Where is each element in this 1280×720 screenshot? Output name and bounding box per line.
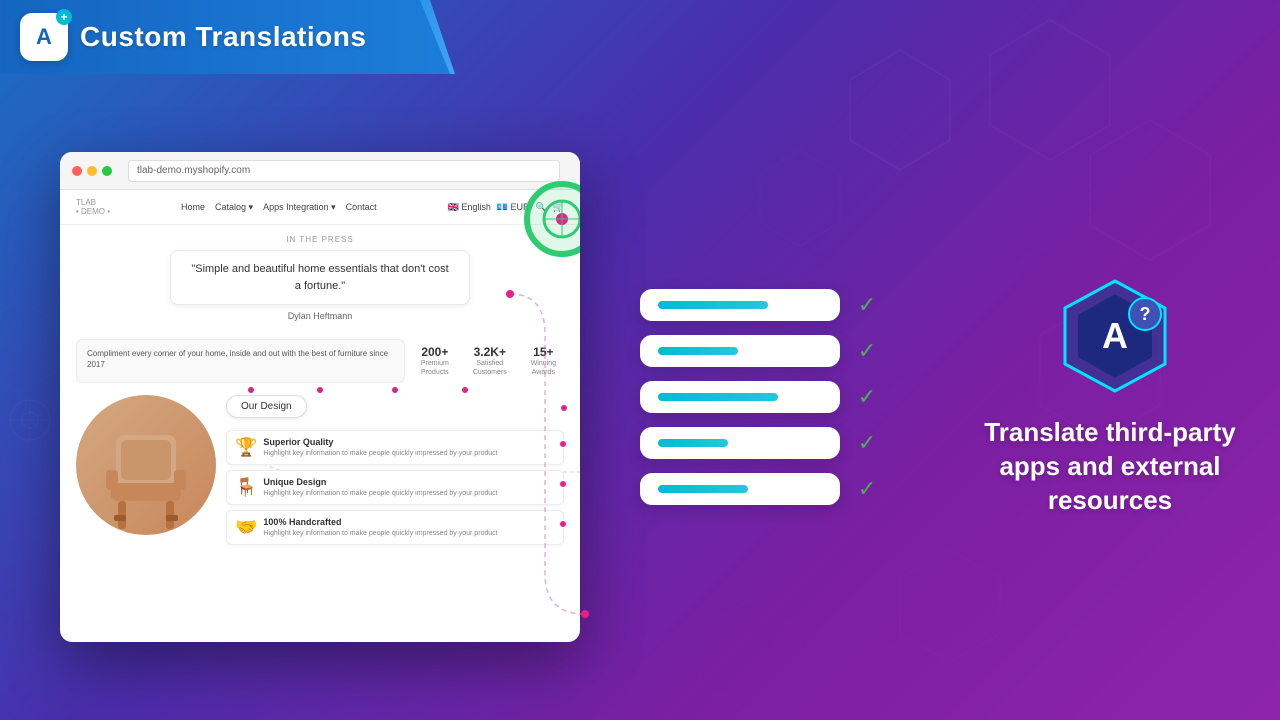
nav-home[interactable]: Home xyxy=(181,202,205,212)
check-5: ✓ xyxy=(852,474,882,504)
handcraft-icon: 🤝 xyxy=(235,517,257,538)
check-2: ✓ xyxy=(852,336,882,366)
feature-design: 🪑 Unique Design Highlight key informatio… xyxy=(226,470,564,505)
chair-image xyxy=(76,395,216,535)
main-content: tlab-demo.myshopify.com TLAB • DEMO • Ho… xyxy=(0,74,1280,720)
translation-bar-3: ✓ xyxy=(640,381,960,413)
site-logo: TLAB • DEMO • xyxy=(76,198,110,216)
tagline-line1: Translate third-party xyxy=(984,417,1235,447)
bar-box-2 xyxy=(640,335,840,367)
browser-mockup: tlab-demo.myshopify.com TLAB • DEMO • Ho… xyxy=(60,152,580,642)
stat-label-customers: SatisfiedCustomers xyxy=(473,359,507,377)
site-menu: Home Catalog ▾ Apps Integration ▾ Contac… xyxy=(181,202,377,213)
stat-label-products: PremiumProducts xyxy=(421,359,449,377)
translation-bar-4: ✓ xyxy=(640,427,960,459)
tagline: Translate third-party apps and external … xyxy=(984,416,1235,517)
hex-app-icon: A ? xyxy=(1050,276,1170,396)
stats-row: Compliment every corner of your home, in… xyxy=(60,331,580,391)
feature-handcrafted: 🤝 100% Handcrafted Highlight key informa… xyxy=(226,510,564,545)
hex-svg: A ? xyxy=(1050,276,1180,406)
bar-fill-4 xyxy=(658,439,728,447)
chair-svg xyxy=(96,415,196,535)
magnifier-overlay xyxy=(520,177,580,282)
logo-container: A Custom Translations xyxy=(20,13,366,61)
nav-contact[interactable]: Contact xyxy=(346,202,377,212)
dot-design xyxy=(559,403,569,413)
nav-catalog[interactable]: Catalog ▾ xyxy=(215,202,253,213)
site-nav: TLAB • DEMO • Home Catalog ▾ Apps Integr… xyxy=(60,190,580,225)
quality-text: Superior Quality Highlight key informati… xyxy=(263,437,497,458)
window-controls xyxy=(72,166,112,176)
tagline-line3: resources xyxy=(1048,485,1172,515)
quality-icon: 🏆 xyxy=(235,437,257,458)
desc-text: Compliment every corner of your home, in… xyxy=(87,349,388,369)
stat-customers: 3.2K+ SatisfiedCustomers xyxy=(465,339,515,383)
hero-section: IN THE PRESS "Simple and beautiful home … xyxy=(60,225,580,331)
design-section: Our Design 🏆 Superior Quality Highlight … xyxy=(60,391,580,554)
check-3: ✓ xyxy=(852,382,882,412)
press-label: IN THE PRESS xyxy=(76,235,564,244)
bar-fill-1 xyxy=(658,301,768,309)
site-logo-name: TLAB xyxy=(76,198,110,207)
lang-flag: 🇬🇧 English xyxy=(448,202,491,213)
bar-box-3 xyxy=(640,381,840,413)
bar-fill-3 xyxy=(658,393,778,401)
site-logo-sub: • DEMO • xyxy=(76,207,110,216)
url-bar: tlab-demo.myshopify.com xyxy=(128,160,560,182)
dot-quality xyxy=(558,439,568,449)
stats-description: Compliment every corner of your home, in… xyxy=(76,339,405,383)
design-label-text: Our Design xyxy=(241,401,292,412)
quote-author: Dylan Heftmann xyxy=(76,311,564,321)
check-4: ✓ xyxy=(852,428,882,458)
browser-nav: tlab-demo.myshopify.com xyxy=(60,152,580,190)
minimize-dot xyxy=(87,166,97,176)
svg-text:?: ? xyxy=(1140,304,1151,324)
bar-box-5 xyxy=(640,473,840,505)
handcraft-text: 100% Handcrafted Highlight key informati… xyxy=(263,517,497,538)
feature-quality: 🏆 Superior Quality Highlight key informa… xyxy=(226,430,564,465)
translation-bar-5: ✓ xyxy=(640,473,960,505)
stat-number-awards: 15+ xyxy=(531,345,556,359)
features-list: Our Design 🏆 Superior Quality Highlight … xyxy=(226,395,564,550)
bar-box-4 xyxy=(640,427,840,459)
stat-products: 200+ PremiumProducts xyxy=(413,339,457,383)
app-title: Custom Translations xyxy=(80,21,366,53)
stat-label-awards: WinningAwards xyxy=(531,359,556,377)
logo-letter: A xyxy=(36,24,52,50)
url-text: tlab-demo.myshopify.com xyxy=(137,165,250,176)
stat-awards: 15+ WinningAwards xyxy=(523,339,564,383)
bar-fill-2 xyxy=(658,347,738,355)
maximize-dot xyxy=(102,166,112,176)
logo-icon: A xyxy=(20,13,68,61)
dot-handcraft xyxy=(558,519,568,529)
translation-bar-1: ✓ xyxy=(640,289,960,321)
dot-design2 xyxy=(558,479,568,489)
nav-apps[interactable]: Apps Integration ▾ xyxy=(263,202,336,213)
header: A Custom Translations xyxy=(0,0,1280,74)
translation-bars-section: ✓ ✓ ✓ ✓ ✓ xyxy=(580,269,980,525)
svg-text:A: A xyxy=(1102,315,1128,356)
magnifier-svg xyxy=(520,177,580,277)
hero-quote: "Simple and beautiful home essentials th… xyxy=(170,250,470,305)
bar-box-1 xyxy=(640,289,840,321)
design-text: Unique Design Highlight key information … xyxy=(263,477,497,498)
translation-bar-2: ✓ xyxy=(640,335,960,367)
close-dot xyxy=(72,166,82,176)
stat-number-products: 200+ xyxy=(421,345,449,359)
design-icon: 🪑 xyxy=(235,477,257,498)
our-design-badge: Our Design xyxy=(226,395,307,418)
right-section: A ? Translate third-party apps and exter… xyxy=(980,276,1240,517)
tagline-line2: apps and external xyxy=(999,451,1220,481)
stat-number-customers: 3.2K+ xyxy=(473,345,507,359)
check-1: ✓ xyxy=(852,290,882,320)
bar-fill-5 xyxy=(658,485,748,493)
